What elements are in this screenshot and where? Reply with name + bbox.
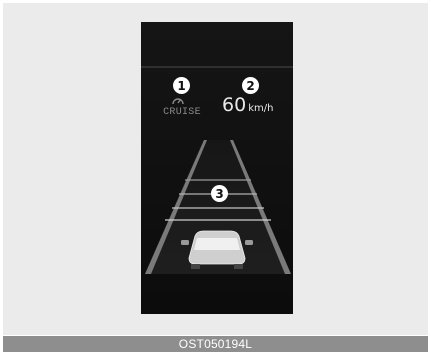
callout-2: 2 (242, 77, 259, 94)
set-speed-value: 60 (222, 94, 247, 116)
set-speed-readout: 60 km/h (222, 94, 273, 116)
callout-3: 3 (211, 185, 228, 202)
figure-caption: OST050194L (3, 336, 428, 352)
callout-1: 1 (173, 77, 190, 94)
cruise-label: CRUISE (163, 107, 201, 118)
lane-view (141, 22, 293, 314)
cruise-indicator-icon (172, 98, 184, 105)
speed-unit: km/h (248, 103, 274, 114)
